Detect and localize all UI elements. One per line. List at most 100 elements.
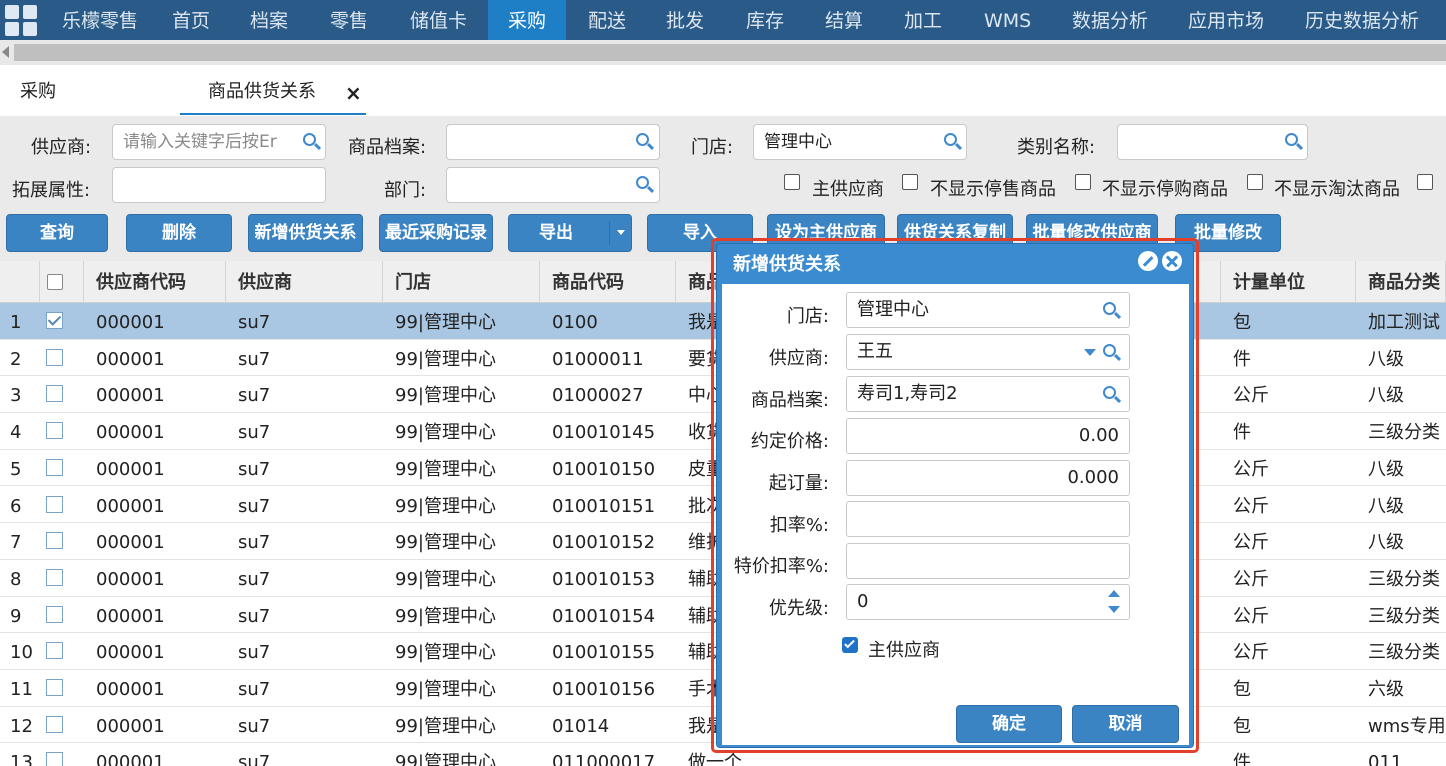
cell-supplier: su7 <box>238 568 271 590</box>
dialog-product-input[interactable]: 寿司1,寿司2 <box>846 376 1130 412</box>
extra-filter-checkbox[interactable] <box>1417 174 1433 190</box>
cell-store: 99|管理中心 <box>395 458 496 480</box>
row-checkbox[interactable] <box>46 348 63 366</box>
nav-stored-value-card[interactable]: 储值卡 <box>410 0 467 40</box>
nav-app-market[interactable]: 应用市场 <box>1188 0 1264 40</box>
cell-supplier: su7 <box>238 642 271 664</box>
cell-store: 99|管理中心 <box>395 568 496 590</box>
dialog-priority-input[interactable]: 0 <box>846 584 1130 620</box>
delete-button[interactable]: 删除 <box>126 214 232 252</box>
nav-history-analysis[interactable]: 历史数据分析 <box>1305 0 1419 40</box>
horizontal-scrollbar[interactable] <box>0 40 1446 65</box>
row-checkbox[interactable] <box>46 605 63 623</box>
header-supplier-code[interactable]: 供应商代码 <box>84 261 226 303</box>
hide-stopped-purchase-checkbox[interactable] <box>1075 174 1091 190</box>
search-icon[interactable] <box>635 132 655 152</box>
nav-archive[interactable]: 档案 <box>250 0 288 40</box>
nav-brand[interactable]: 乐檬零售 <box>62 0 138 40</box>
dialog-special-discount-input[interactable] <box>846 543 1130 579</box>
stepper-down-icon[interactable] <box>1108 606 1120 613</box>
header-supplier[interactable]: 供应商 <box>226 261 383 303</box>
hide-obsolete-label: 不显示淘汰商品 <box>1274 179 1400 200</box>
row-checkbox[interactable] <box>46 458 63 476</box>
cell-store: 99|管理中心 <box>395 422 496 444</box>
nav-processing[interactable]: 加工 <box>904 0 942 40</box>
cell-category: 三级分类 <box>1368 642 1440 664</box>
hide-stopped-purchase-label: 不显示停购商品 <box>1102 179 1228 200</box>
nav-data-analysis[interactable]: 数据分析 <box>1072 0 1148 40</box>
chevron-down-icon[interactable] <box>617 230 625 235</box>
store-filter-input[interactable]: 管理中心 <box>753 124 967 160</box>
nav-wholesale[interactable]: 批发 <box>666 0 704 40</box>
row-checkbox[interactable] <box>46 679 63 696</box>
cell-unit: 包 <box>1233 679 1251 700</box>
row-checkbox[interactable] <box>46 568 63 586</box>
app-grid-icon[interactable] <box>0 0 47 40</box>
product-filter-input[interactable] <box>446 124 660 160</box>
dialog-main-supplier-checkbox[interactable] <box>842 637 858 653</box>
nav-retail[interactable]: 零售 <box>330 0 368 40</box>
cell-product-code: 01014 <box>552 715 610 737</box>
cell-supplier: su7 <box>238 385 271 407</box>
select-all-checkbox[interactable] <box>47 274 63 290</box>
tab-purchase[interactable]: 采购 <box>20 65 56 115</box>
header-store[interactable]: 门店 <box>383 261 540 303</box>
nav-inventory[interactable]: 库存 <box>746 0 784 40</box>
dept-filter-input[interactable] <box>446 167 660 203</box>
category-filter-input[interactable] <box>1117 124 1308 160</box>
tab-supply-relation[interactable]: 商品供货关系 <box>180 65 366 115</box>
cell-product-code: 01000011 <box>552 348 644 370</box>
cell-category: 三级分类 <box>1368 568 1440 590</box>
dialog-price-input[interactable]: 0.00 <box>846 418 1130 454</box>
confirm-button[interactable]: 确定 <box>956 705 1062 743</box>
nav-wms[interactable]: WMS <box>984 0 1031 40</box>
export-button-label: 导出 <box>539 223 573 243</box>
hide-obsolete-checkbox[interactable] <box>1247 174 1263 190</box>
cell-category: 八级 <box>1368 458 1404 480</box>
search-icon[interactable] <box>635 175 655 195</box>
search-icon[interactable] <box>1102 301 1122 321</box>
row-checkbox[interactable] <box>46 715 63 733</box>
row-checkbox[interactable] <box>46 752 63 766</box>
scrollbar-thumb[interactable] <box>14 44 1446 61</box>
hide-stopped-sale-checkbox[interactable] <box>902 174 918 190</box>
row-number: 1 <box>10 312 22 333</box>
stepper-up-icon[interactable] <box>1108 590 1120 597</box>
close-icon[interactable]: × <box>345 81 362 105</box>
header-unit[interactable]: 计量单位 <box>1221 261 1356 303</box>
ext-attr-input[interactable] <box>112 167 326 203</box>
cell-unit: 公斤 <box>1233 458 1269 480</box>
row-checkbox[interactable] <box>46 385 63 403</box>
search-icon[interactable] <box>943 132 963 152</box>
dialog-store-input[interactable]: 管理中心 <box>846 292 1130 328</box>
search-icon[interactable] <box>1102 343 1122 363</box>
nav-distribution[interactable]: 配送 <box>588 0 626 40</box>
nav-home[interactable]: 首页 <box>172 0 210 40</box>
row-checkbox[interactable] <box>46 312 63 329</box>
close-icon[interactable] <box>1162 251 1182 271</box>
query-button[interactable]: 查询 <box>6 214 108 252</box>
dropdown-arrow-icon[interactable] <box>1084 349 1096 356</box>
row-checkbox[interactable] <box>46 422 63 440</box>
row-checkbox[interactable] <box>46 532 63 550</box>
row-checkbox[interactable] <box>46 642 63 660</box>
dialog-moq-input[interactable]: 0.000 <box>846 460 1130 496</box>
cancel-button[interactable]: 取消 <box>1072 705 1179 743</box>
export-button[interactable]: 导出 <box>508 214 632 252</box>
nav-purchase[interactable]: 采购 <box>488 0 566 40</box>
minimize-icon[interactable] <box>1138 251 1158 271</box>
cell-product-code: 011000017 <box>552 752 656 766</box>
scroll-left-icon[interactable] <box>2 46 9 58</box>
nav-settlement[interactable]: 结算 <box>825 0 863 40</box>
dialog-discount-input[interactable] <box>846 501 1130 537</box>
search-icon[interactable] <box>1284 132 1304 152</box>
recent-purchase-button[interactable]: 最近采购记录 <box>379 214 493 252</box>
row-checkbox[interactable] <box>46 495 63 513</box>
supplier-filter-input[interactable]: 请输入关键字后按Er <box>112 124 326 160</box>
search-icon[interactable] <box>302 132 322 152</box>
search-icon[interactable] <box>1102 385 1122 405</box>
header-product-code[interactable]: 商品代码 <box>540 261 676 303</box>
header-category[interactable]: 商品分类 <box>1356 261 1446 303</box>
add-supply-relation-button[interactable]: 新增供货关系 <box>248 214 363 252</box>
main-supplier-checkbox[interactable] <box>784 174 800 190</box>
